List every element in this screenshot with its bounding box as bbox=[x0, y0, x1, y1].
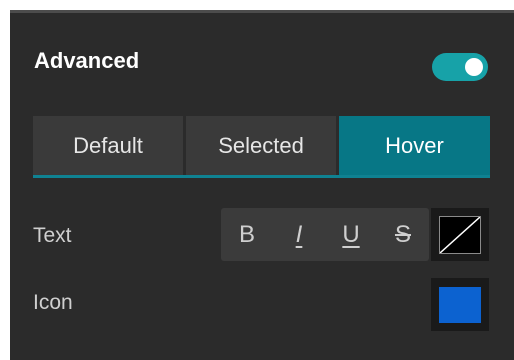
tab-default[interactable]: Default bbox=[33, 116, 183, 175]
panel-top-border bbox=[10, 10, 514, 13]
icon-row-label: Icon bbox=[33, 291, 73, 314]
text-format-group: B I U S bbox=[221, 208, 429, 261]
section-title: Advanced bbox=[34, 48, 140, 73]
italic-icon[interactable]: I bbox=[273, 208, 325, 261]
advanced-panel: Advanced Default Selected Hover Text B I… bbox=[10, 10, 514, 360]
bold-icon[interactable]: B bbox=[221, 208, 273, 261]
state-tabs: Default Selected Hover bbox=[33, 116, 490, 178]
icon-color-swatch[interactable] bbox=[431, 278, 489, 331]
no-color-icon bbox=[439, 215, 481, 254]
strikethrough-icon[interactable]: S bbox=[377, 208, 429, 261]
tab-selected[interactable]: Selected bbox=[186, 116, 336, 175]
blue-color-chip bbox=[439, 286, 481, 323]
advanced-toggle[interactable] bbox=[432, 53, 488, 81]
tab-hover[interactable]: Hover bbox=[339, 116, 490, 175]
tabs-underline bbox=[33, 175, 490, 178]
text-row-label: Text bbox=[33, 224, 72, 247]
underline-icon[interactable]: U bbox=[325, 208, 377, 261]
text-color-swatch[interactable] bbox=[431, 208, 489, 261]
toggle-knob bbox=[465, 58, 483, 76]
